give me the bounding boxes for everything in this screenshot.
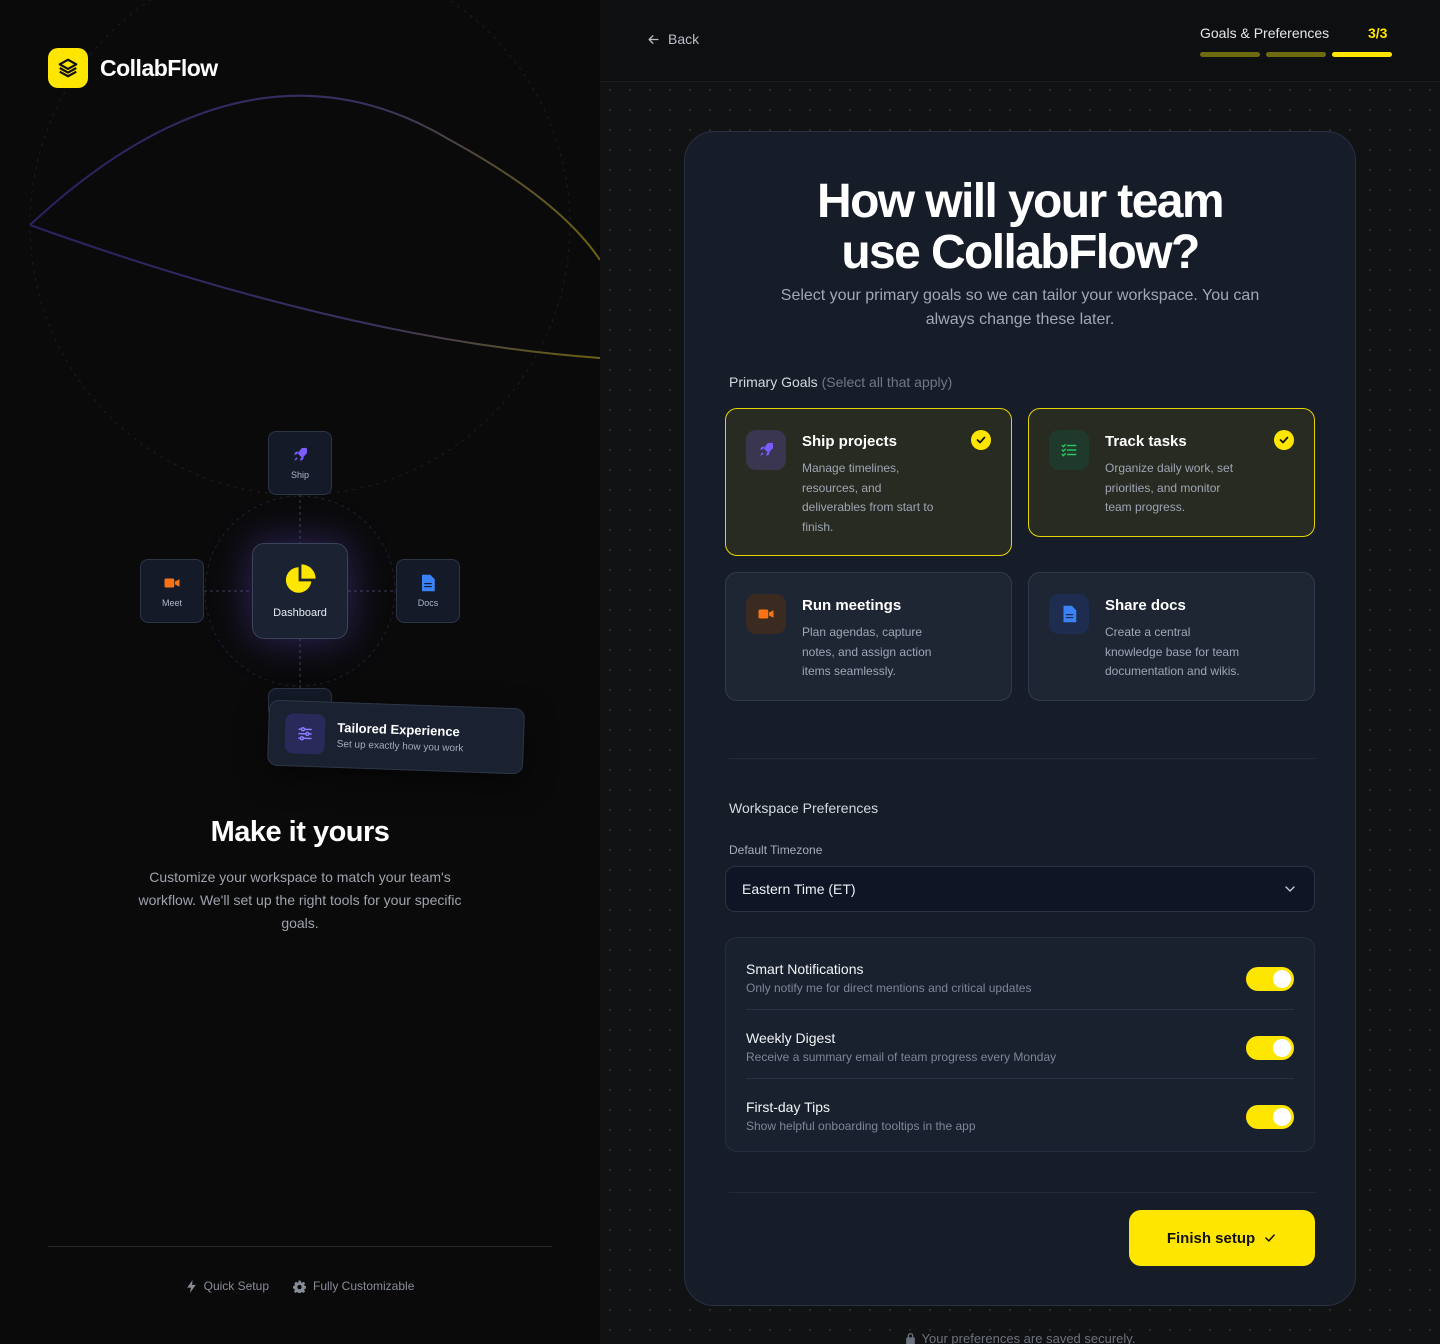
step-count: 3/3 (1368, 25, 1388, 41)
goal-title: Track tasks (1105, 433, 1187, 450)
weekly-digest-toggle[interactable] (1246, 1036, 1294, 1060)
tailored-subtitle: Set up exactly how you work (336, 738, 464, 755)
goal-description: Manage timelines, resources, and deliver… (802, 461, 934, 534)
chevron-down-icon (1285, 886, 1295, 892)
left-features: Quick Setup Fully Customizable (0, 1279, 600, 1293)
secure-note: Your preferences are saved securely. (600, 1331, 1440, 1344)
toggle-description: Receive a summary email of team progress… (746, 1050, 1057, 1064)
check-icon (971, 430, 991, 450)
setup-card: How will your team use CollabFlow? Selec… (684, 131, 1356, 1306)
left-title: Make it yours (210, 816, 390, 848)
node-docs: Docs (396, 559, 460, 623)
sliders-icon (284, 713, 326, 755)
finish-setup-label: Finish setup (1166, 1229, 1256, 1247)
node-meet-label: Meet (161, 598, 182, 608)
timezone-value: Eastern Time (ET) (742, 881, 856, 897)
lock-icon (905, 1332, 915, 1344)
toggle-row-first-day-tips: First-day Tips Show helpful onboarding t… (746, 1079, 1294, 1148)
goals-heading: Primary Goals (Select all that apply) (729, 374, 952, 390)
node-dashboard: Dashboard (252, 543, 348, 639)
feature-label: Quick Setup (203, 1279, 269, 1293)
check-icon (1265, 1234, 1276, 1242)
step-bar (1200, 52, 1260, 57)
node-ship-label: Ship (290, 470, 309, 480)
page-subtitle: Select your primary goals so we can tail… (780, 287, 1260, 328)
goals-hint: (Select all that apply) (821, 374, 953, 390)
secure-text: Your preferences are saved securely. (921, 1331, 1136, 1344)
gear-icon (293, 1280, 306, 1293)
rocket-icon (746, 430, 786, 470)
toggle-title: First-day Tips (746, 1099, 831, 1115)
goal-description: Plan agendas, capture notes, and assign … (802, 625, 932, 678)
smart-notifications-toggle[interactable] (1246, 967, 1294, 991)
back-button[interactable]: Back (646, 31, 699, 47)
goal-title: Share docs (1105, 597, 1186, 614)
goal-track-tasks[interactable]: Track tasks Organize daily work, set pri… (1028, 408, 1315, 537)
goal-title: Run meetings (802, 597, 902, 614)
node-connectors (204, 494, 396, 688)
tailored-card: Tailored Experience Set up exactly how y… (266, 699, 526, 775)
left-panel: CollabFlow Ship Meet Dashboard Docs Tail… (0, 0, 600, 1344)
goals-label: Primary Goals (729, 374, 818, 390)
left-description: Customize your workspace to match your t… (138, 869, 462, 931)
check-icon (1274, 430, 1294, 450)
left-divider (48, 1246, 552, 1247)
step-progress (1200, 52, 1392, 57)
goal-share-docs[interactable]: Share docs Create a central knowledge ba… (1028, 572, 1315, 701)
toggle-description: Only notify me for direct mentions and c… (746, 981, 1032, 995)
feature-label: Fully Customizable (313, 1279, 415, 1293)
toggle-row-weekly-digest: Weekly Digest Receive a summary email of… (746, 1010, 1294, 1079)
feature-quick-setup: Quick Setup (186, 1279, 269, 1293)
right-panel: Back Goals & Preferences 3/3 How will yo… (600, 0, 1440, 1344)
feature-customizable: Fully Customizable (293, 1279, 414, 1293)
video-icon (746, 594, 786, 634)
node-ship: Ship (268, 431, 332, 495)
toggle-title: Weekly Digest (746, 1030, 836, 1046)
document-icon (422, 574, 435, 592)
node-dashboard-label: Dashboard (273, 607, 327, 619)
page-title-line1: How will your team (817, 175, 1225, 228)
timezone-select[interactable]: Eastern Time (ET) (725, 866, 1315, 912)
goal-description: Create a central knowledge base for team… (1105, 625, 1240, 678)
document-icon (1049, 594, 1089, 634)
arrow-left-icon (648, 34, 659, 44)
pie-chart-icon (285, 564, 316, 593)
goal-ship-projects[interactable]: Ship projects Manage timelines, resource… (725, 408, 1012, 556)
toggle-description: Show helpful onboarding tooltips in the … (746, 1119, 976, 1133)
toggle-title: Smart Notifications (746, 961, 864, 977)
goal-description: Organize daily work, set priorities, and… (1105, 461, 1234, 514)
goal-title: Ship projects (802, 433, 898, 450)
footer-divider (729, 1192, 1315, 1193)
timezone-label: Default Timezone (729, 843, 823, 857)
prefs-heading: Workspace Preferences (729, 800, 879, 816)
video-icon (164, 578, 180, 588)
node-meet: Meet (140, 559, 204, 623)
toggle-row-smart-notifications: Smart Notifications Only notify me for d… (746, 941, 1294, 1010)
tailored-title: Tailored Experience (337, 719, 461, 740)
section-divider (729, 758, 1315, 759)
goal-run-meetings[interactable]: Run meetings Plan agendas, capture notes… (725, 572, 1012, 701)
top-bar: Back Goals & Preferences 3/3 (600, 0, 1440, 82)
finish-setup-button[interactable]: Finish setup (1129, 1210, 1315, 1266)
step-bar (1266, 52, 1326, 57)
checklist-icon (1049, 430, 1089, 470)
lightning-icon (186, 1279, 196, 1293)
page-title-line2: use CollabFlow? (841, 226, 1200, 279)
node-docs-label: Docs (417, 598, 439, 608)
page-title: How will your team use CollabFlow? (685, 176, 1355, 278)
first-day-tips-toggle[interactable] (1246, 1105, 1294, 1129)
back-label: Back (668, 31, 700, 47)
step-bar-current (1332, 52, 1392, 57)
rocket-icon (294, 447, 308, 461)
preference-toggles: Smart Notifications Only notify me for d… (725, 937, 1315, 1152)
step-label: Goals & Preferences (1200, 25, 1330, 41)
